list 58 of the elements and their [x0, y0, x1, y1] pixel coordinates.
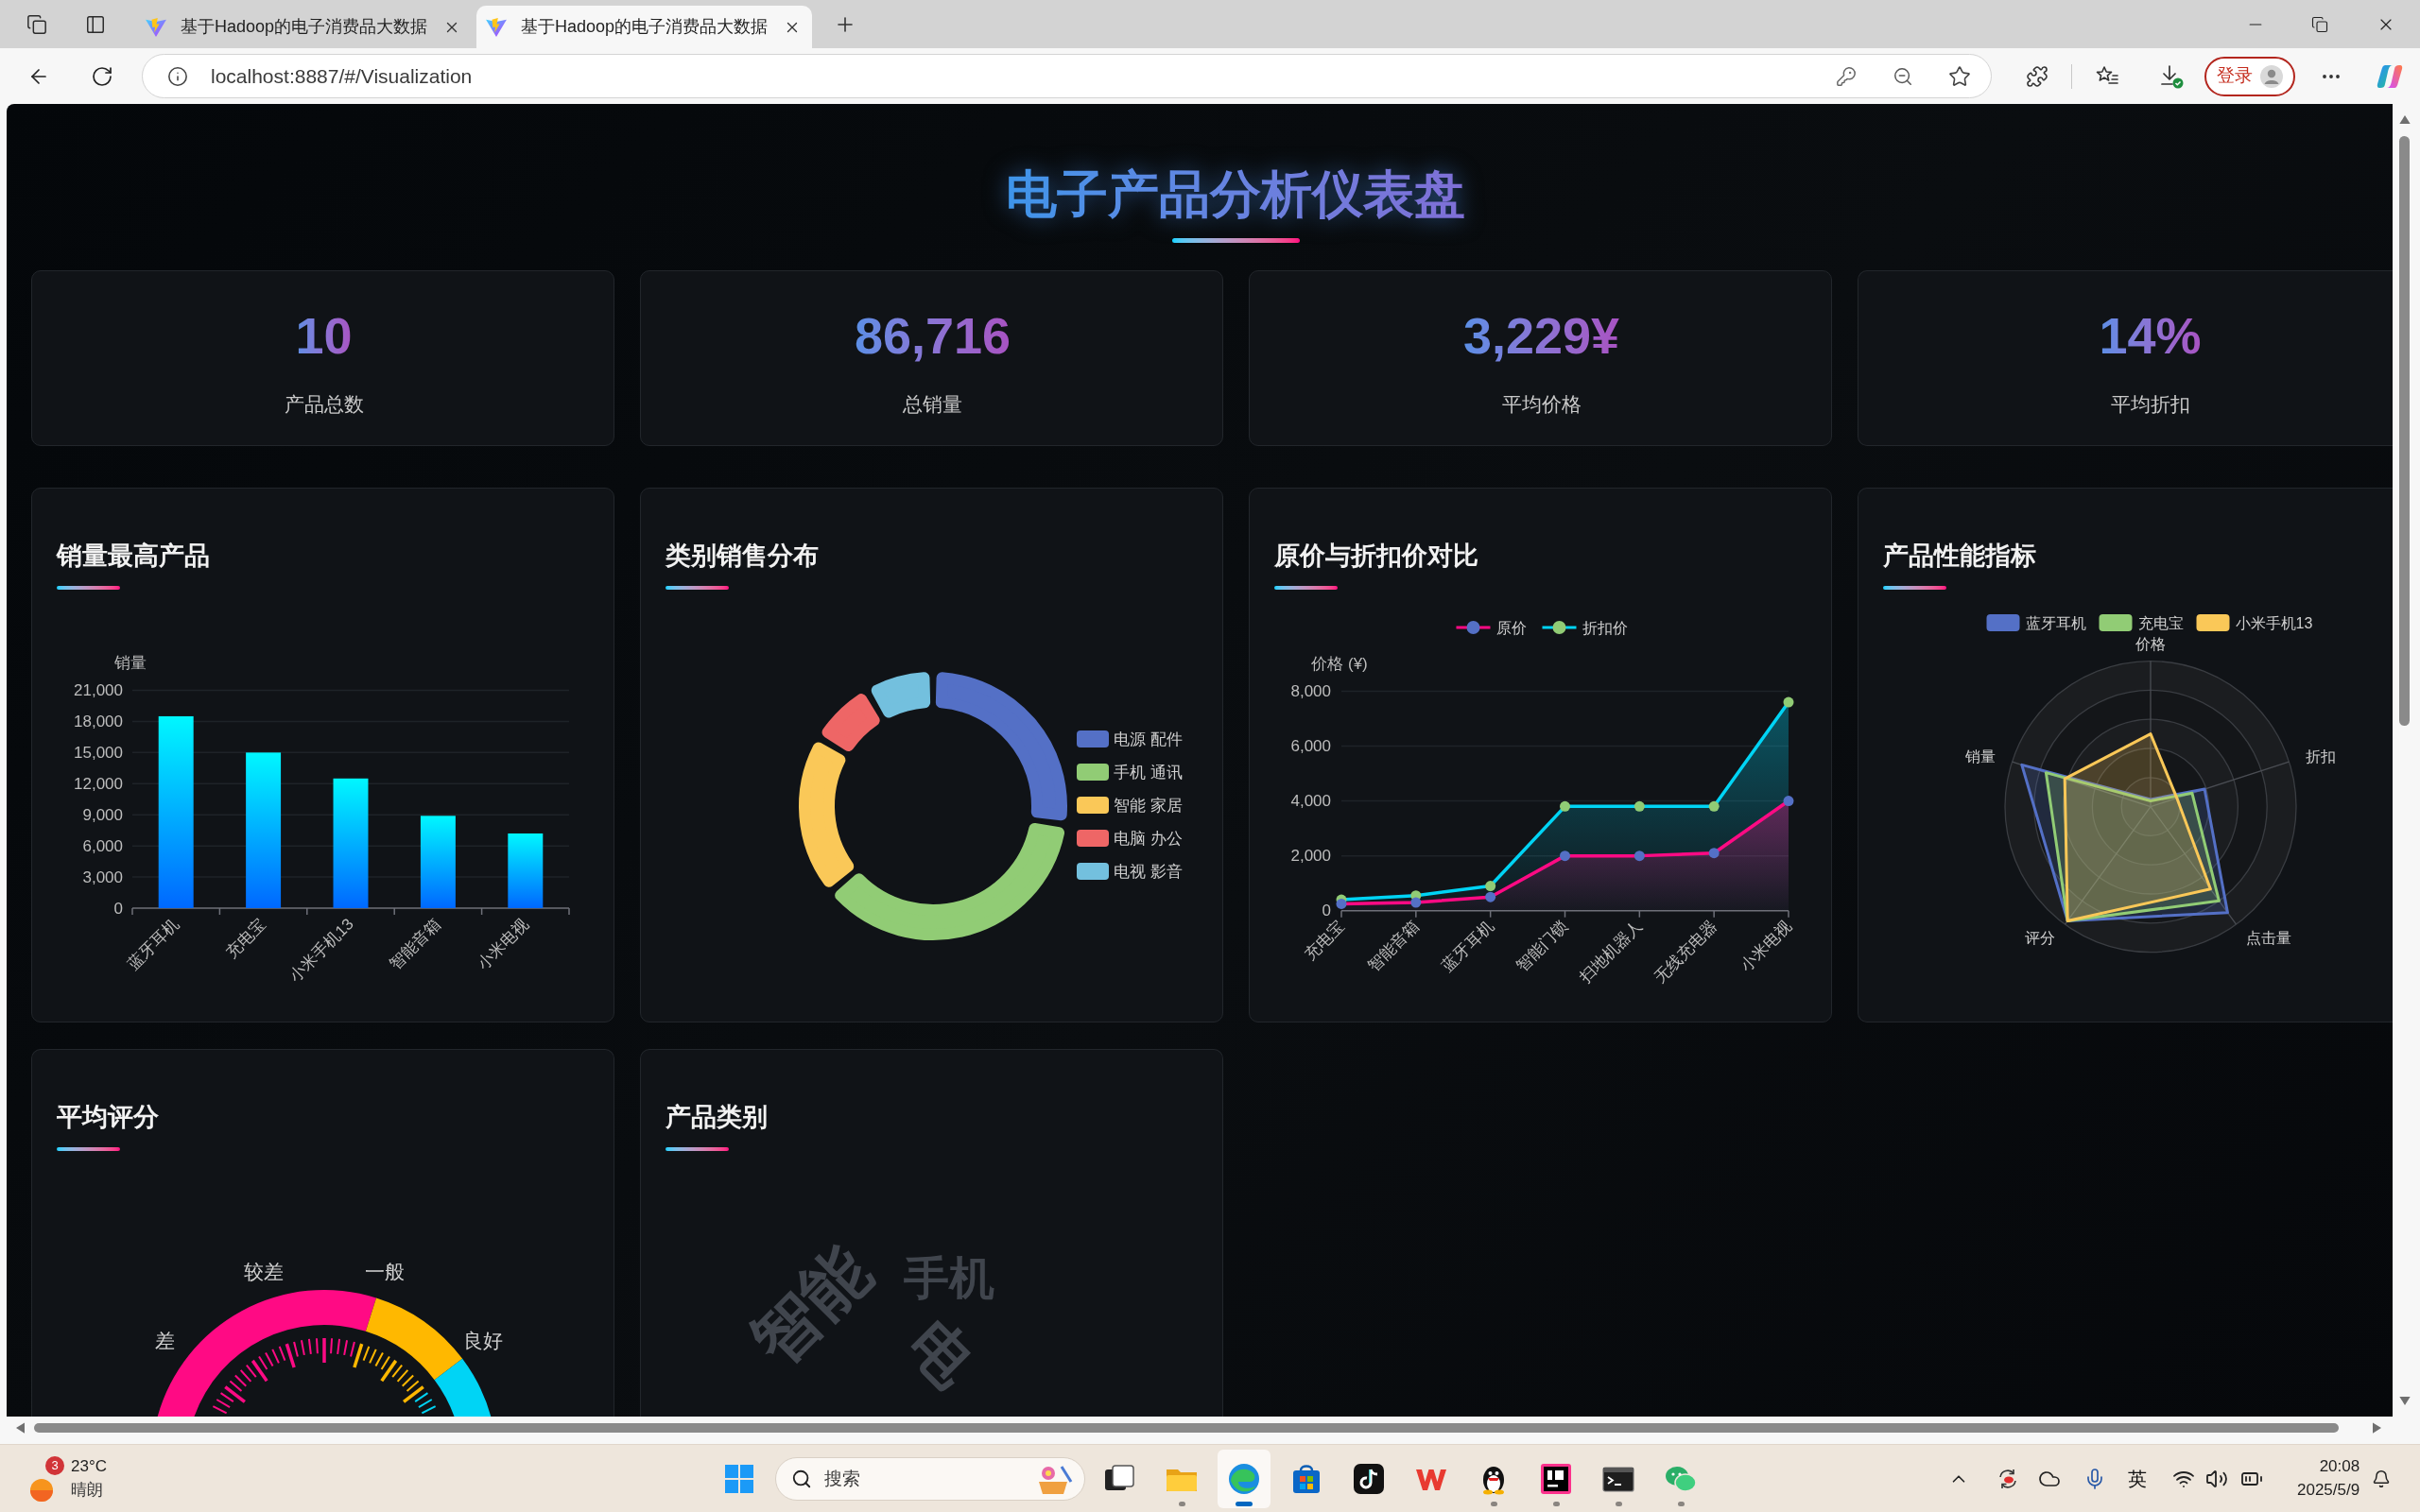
stat-label: 总销量 — [903, 392, 962, 417]
axis-label: 8,000 — [1290, 681, 1331, 700]
axis-label: 0 — [113, 899, 123, 918]
category-label: 小米手机13 — [285, 915, 357, 987]
gauge-label: 良好 — [463, 1330, 504, 1352]
axis-title: 销量 — [114, 653, 147, 672]
category-label: 充电宝 — [222, 915, 270, 962]
legend-label: 电源 配件 — [1114, 730, 1183, 748]
legend-label: 电视 影音 — [1114, 862, 1183, 881]
legend-label: 原价 — [1495, 619, 1527, 636]
axis-label: 9,000 — [82, 805, 123, 824]
category-label: 智能门锁 — [1512, 917, 1572, 975]
stat-label: 平均价格 — [1501, 392, 1582, 417]
axis-label: 3,000 — [82, 868, 123, 886]
legend-label: 电脑 办公 — [1114, 829, 1183, 848]
axis-label: 评分 — [2024, 930, 2055, 947]
legend-label: 小米手机13 — [2235, 614, 2313, 631]
axis-label: 价格 — [2135, 636, 2166, 653]
axis-label: 4,000 — [1290, 792, 1331, 811]
category-label: 扫地机器人 — [1576, 917, 1647, 987]
temperature-text: 23°C — [71, 1456, 107, 1477]
card-title: 类别销售分布 — [666, 541, 819, 570]
axis-label: 21,000 — [74, 681, 123, 699]
card-title: 平均评分 — [57, 1103, 159, 1131]
axis-label: 2,000 — [1290, 847, 1331, 866]
axis-label: 18,000 — [74, 712, 123, 730]
category-label: 小米电视 — [1737, 917, 1795, 975]
legend-label: 智能 家居 — [1114, 796, 1183, 815]
card-title: 产品类别 — [666, 1103, 768, 1131]
gauge-label: 较差 — [244, 1261, 285, 1283]
axis-label: 15,000 — [74, 743, 123, 762]
notification-badge: 3 — [45, 1455, 64, 1475]
legend-label: 手机 通讯 — [1114, 763, 1183, 782]
axis-label: 12,000 — [74, 774, 123, 793]
axis-label: 销量 — [1965, 747, 1996, 765]
card-title: 产品性能指标 — [1883, 541, 2036, 570]
stat-label: 平均折扣 — [2110, 392, 2190, 417]
category-label: 蓝牙耳机 — [1438, 917, 1497, 975]
gauge-label: 一般 — [364, 1261, 405, 1283]
card-title: 销量最高产品 — [57, 541, 210, 570]
dashboard-title: 电子产品分析仪表盘 — [1006, 164, 1465, 223]
axis-label: 6,000 — [82, 836, 123, 855]
category-label: 蓝牙耳机 — [124, 915, 182, 973]
category-label: 小米电视 — [474, 915, 532, 973]
weather-condition-text: 晴朗 — [71, 1480, 104, 1501]
card-title: 原价与折扣价对比 — [1274, 541, 1478, 570]
legend-label: 折扣价 — [1582, 619, 1628, 636]
legend-label: 蓝牙耳机 — [2025, 614, 2086, 631]
stat-label: 产品总数 — [284, 392, 364, 417]
axis-label: 6,000 — [1290, 736, 1331, 755]
axis-title: 价格 (¥) — [1311, 654, 1368, 673]
category-label: 智能音箱 — [386, 915, 445, 973]
axis-label: 折扣 — [2305, 747, 2336, 765]
legend-label: 充电宝 — [2137, 614, 2184, 631]
axis-label: 点击量 — [2246, 930, 2292, 947]
category-label: 无线充电器 — [1651, 917, 1720, 987]
category-label: 智能音箱 — [1364, 917, 1423, 975]
gauge-label: 差 — [155, 1330, 176, 1352]
